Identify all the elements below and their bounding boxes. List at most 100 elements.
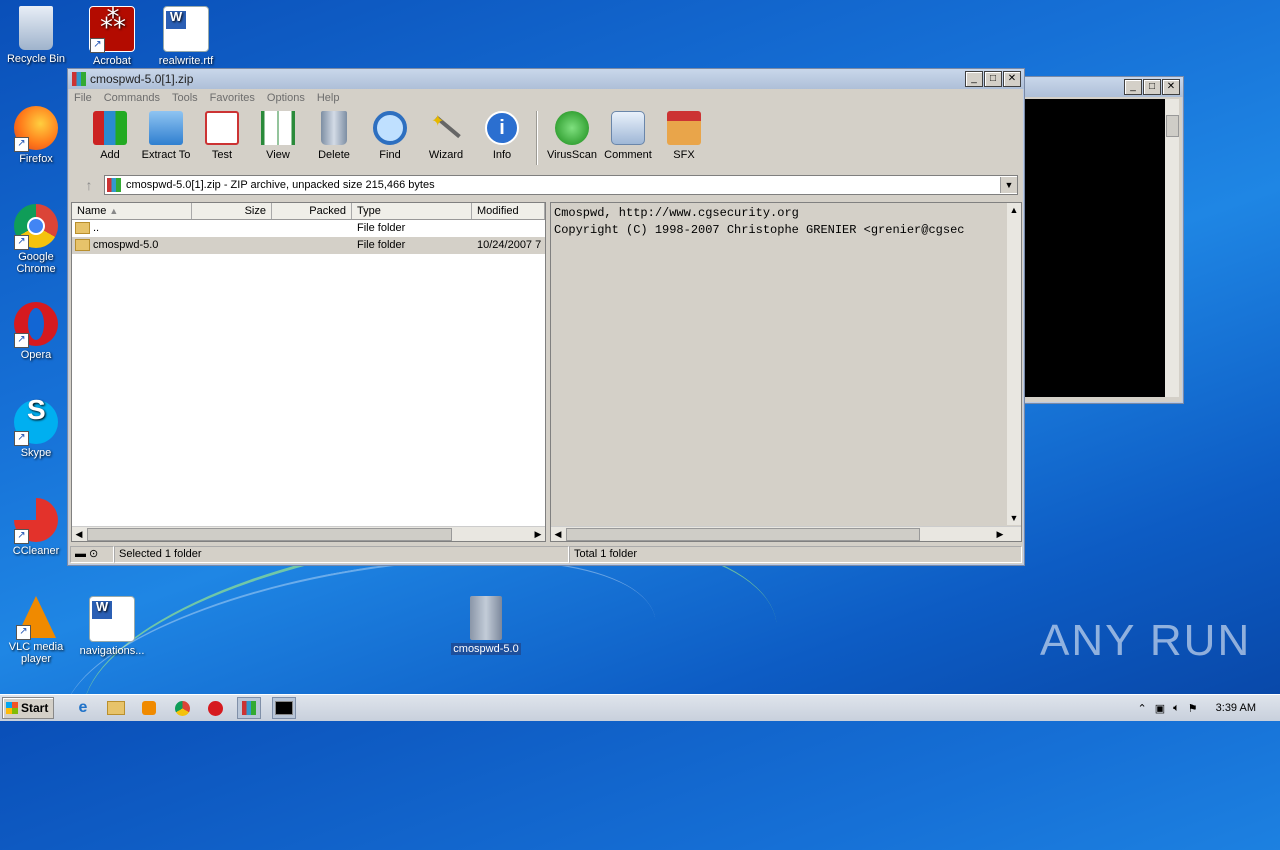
console-window[interactable]: _ □ ✕ (1010, 76, 1184, 404)
winrar-taskbar-icon[interactable] (237, 697, 261, 719)
scroll-right-arrow[interactable]: ▶ (993, 527, 1007, 541)
word-document-icon: W (163, 6, 209, 52)
comment-line: Cmospwd, http://www.cgsecurity.org (554, 206, 799, 220)
skype-icon: S ↗ (14, 396, 58, 446)
desktop-icon-skype[interactable]: S ↗ Skype (0, 396, 72, 459)
sfx-box-icon (667, 111, 701, 145)
word-document-icon: W (89, 596, 135, 642)
show-hidden-icons-icon[interactable]: ⌃ (1138, 702, 1147, 715)
close-button[interactable]: ✕ (1162, 79, 1180, 95)
anyrun-watermark: ANY RUN (1040, 616, 1252, 665)
start-button[interactable]: Start (2, 697, 54, 719)
toolbar-separator (536, 111, 538, 165)
console-output (1015, 99, 1165, 397)
console-taskbar-icon[interactable] (272, 697, 296, 719)
column-size[interactable]: Size (192, 203, 272, 219)
scrollbar-thumb[interactable] (87, 528, 452, 541)
file-list-hscrollbar[interactable]: ◀ ▶ (72, 526, 545, 541)
column-name[interactable]: Name ▲ (72, 203, 192, 219)
media-player-icon[interactable] (138, 698, 160, 718)
file-explorer-icon[interactable] (105, 698, 127, 718)
delete-button[interactable]: Delete (306, 107, 362, 161)
console-scrollbar[interactable] (1165, 99, 1179, 397)
comment-hscrollbar[interactable]: ◀ ▶ (551, 526, 1021, 541)
desktop-icon-ccleaner[interactable]: ↗ CCleaner (0, 498, 72, 557)
address-field[interactable]: cmospwd-5.0[1].zip - ZIP archive, unpack… (104, 175, 1018, 195)
opera-icon[interactable] (204, 698, 226, 718)
console-titlebar[interactable]: _ □ ✕ (1011, 77, 1183, 97)
minimize-button[interactable]: _ (1124, 79, 1142, 95)
clock[interactable]: 3:39 AM (1216, 702, 1256, 714)
sfx-button[interactable]: SFX (656, 107, 712, 161)
desktop-icon-chrome[interactable]: ↗ Google Chrome (0, 204, 72, 275)
maximize-button[interactable]: □ (984, 71, 1002, 87)
internet-explorer-icon[interactable]: e (72, 698, 94, 718)
winrar-titlebar[interactable]: cmospwd-5.0[1].zip _ □ ✕ (68, 69, 1024, 89)
column-modified[interactable]: Modified (472, 203, 545, 219)
up-arrow-icon[interactable]: ↑ (74, 177, 104, 193)
scroll-down-arrow[interactable]: ▼ (1007, 511, 1021, 525)
desktop-icon-recycle-bin[interactable]: Recycle Bin (0, 6, 72, 65)
chrome-icon[interactable] (171, 698, 193, 718)
trash-icon (321, 111, 347, 145)
test-button[interactable]: Test (194, 107, 250, 161)
desktop-icon-opera[interactable]: ↗ Opera (0, 302, 72, 361)
menu-commands[interactable]: Commands (98, 92, 166, 104)
menu-options[interactable]: Options (261, 92, 311, 104)
scrollbar-thumb[interactable] (1166, 115, 1179, 137)
menu-help[interactable]: Help (311, 92, 346, 104)
winrar-window[interactable]: cmospwd-5.0[1].zip _ □ ✕ File Commands T… (67, 68, 1025, 566)
comment-line: Copyright (C) 1998-2007 Christophe GRENI… (554, 223, 965, 237)
clipboard-check-icon (205, 111, 239, 145)
address-text: cmospwd-5.0[1].zip - ZIP archive, unpack… (126, 179, 435, 191)
file-list: Name ▲ Size Packed Type Modified .. File… (71, 202, 546, 542)
info-button[interactable]: i Info (474, 107, 530, 161)
acrobat-icon: ⁂ ↗ (89, 6, 135, 53)
opera-icon: ↗ (14, 302, 58, 348)
volume-icon[interactable]: 🔈︎ (1173, 702, 1180, 715)
minimize-button[interactable]: _ (965, 71, 983, 87)
column-packed[interactable]: Packed (272, 203, 352, 219)
view-button[interactable]: View (250, 107, 306, 161)
menu-file[interactable]: File (68, 92, 98, 104)
network-icon[interactable]: ▣ (1155, 702, 1165, 715)
scroll-up-arrow[interactable]: ▲ (1007, 203, 1021, 217)
windows-logo-icon (6, 702, 18, 714)
address-bar: ↑ cmospwd-5.0[1].zip - ZIP archive, unpa… (74, 174, 1018, 196)
extract-to-button[interactable]: Extract To (138, 107, 194, 161)
scroll-right-arrow[interactable]: ▶ (531, 527, 545, 541)
table-row[interactable]: cmospwd-5.0 File folder 10/24/2007 7 (72, 237, 545, 254)
comment-button[interactable]: Comment (600, 107, 656, 161)
scrollbar-thumb[interactable] (566, 528, 920, 541)
table-row[interactable]: .. File folder (72, 220, 545, 237)
folder-icon (75, 222, 90, 235)
desktop-icon-navigations[interactable]: W navigations... (76, 596, 148, 657)
find-button[interactable]: Find (362, 107, 418, 161)
status-right: Total 1 folder (569, 546, 1022, 563)
menu-bar: File Commands Tools Favorites Options He… (68, 89, 1024, 107)
desktop-icon-vlc[interactable]: ↗ VLC media player (0, 596, 72, 665)
add-button[interactable]: Add (82, 107, 138, 161)
wizard-button[interactable]: ✦ Wizard (418, 107, 474, 161)
folder-extract-icon (149, 111, 183, 145)
comment-vscrollbar[interactable]: ▲ ▼ (1007, 203, 1021, 525)
chevron-down-icon[interactable]: ▼ (1000, 177, 1017, 193)
magic-wand-icon: ✦ (429, 111, 463, 145)
menu-favorites[interactable]: Favorites (204, 92, 261, 104)
virusscan-button[interactable]: VirusScan (544, 107, 600, 161)
column-type[interactable]: Type (352, 203, 472, 219)
desktop-icon-realwrite[interactable]: W realwrite.rtf (150, 6, 222, 67)
scroll-left-arrow[interactable]: ◀ (72, 527, 86, 541)
desktop-icon-acrobat[interactable]: ⁂ ↗ Acrobat (76, 6, 148, 67)
archive-icon (107, 178, 121, 192)
action-center-flag-icon[interactable]: ⚑ (1188, 702, 1198, 715)
file-list-header: Name ▲ Size Packed Type Modified (72, 203, 545, 220)
maximize-button[interactable]: □ (1143, 79, 1161, 95)
desktop-icon-firefox[interactable]: ↗ Firefox (0, 106, 72, 165)
menu-tools[interactable]: Tools (166, 92, 204, 104)
scroll-left-arrow[interactable]: ◀ (551, 527, 565, 541)
drive-key-icons: ▬ ⊙ (70, 546, 114, 563)
desktop-icon-cmospwd-folder[interactable]: cmospwd-5.0 (450, 596, 522, 655)
comment-pane: Cmospwd, http://www.cgsecurity.org Copyr… (550, 202, 1022, 542)
close-button[interactable]: ✕ (1003, 71, 1021, 87)
